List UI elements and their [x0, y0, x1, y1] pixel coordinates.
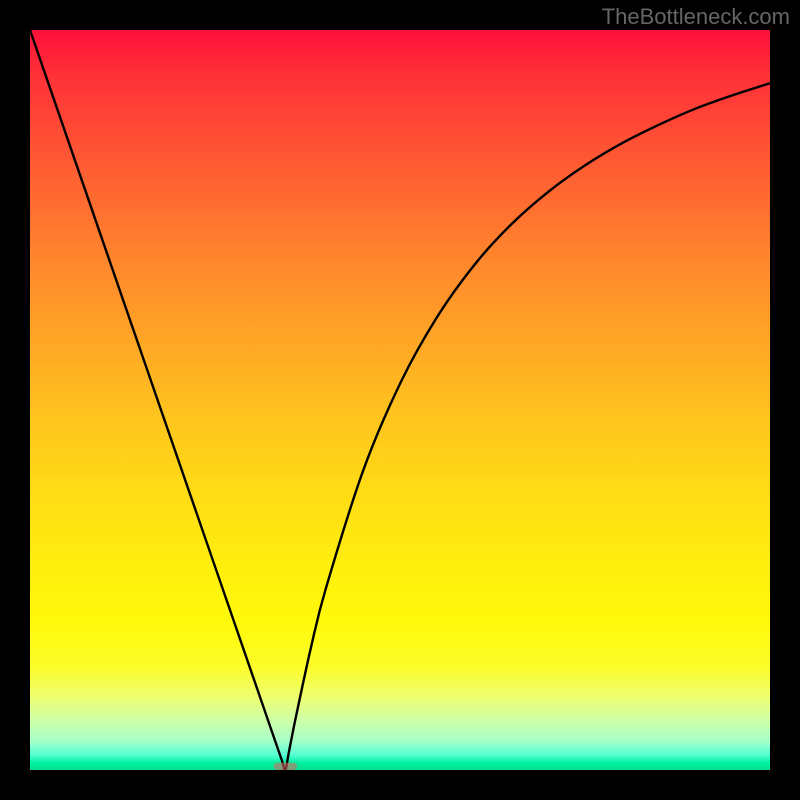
optimum-marker — [273, 763, 297, 770]
chart-svg — [30, 30, 770, 770]
bottleneck-curve — [30, 30, 770, 770]
chart-frame: TheBottleneck.com — [0, 0, 800, 800]
plot-area — [30, 30, 770, 770]
attribution-text: TheBottleneck.com — [602, 4, 790, 30]
